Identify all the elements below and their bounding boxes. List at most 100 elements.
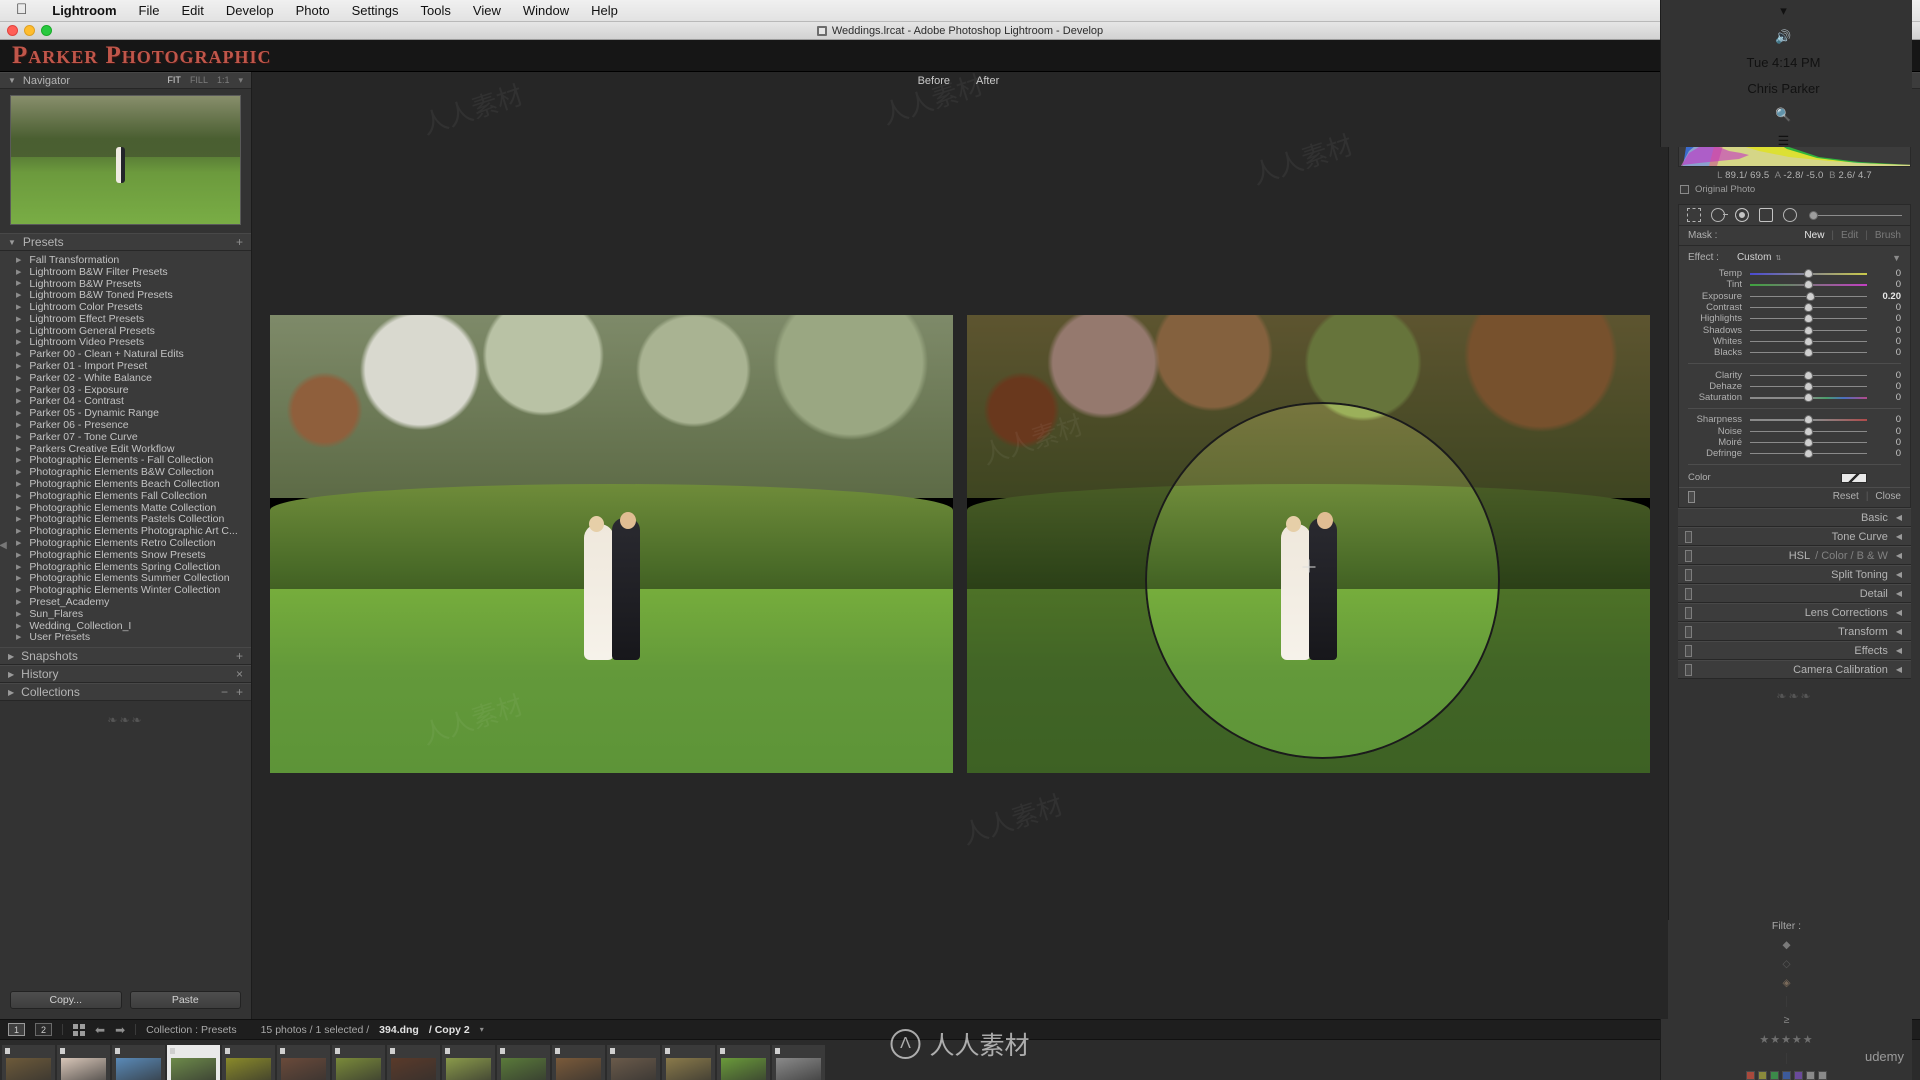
preset-twisty-icon[interactable]: ▶ (16, 315, 21, 323)
preset-twisty-icon[interactable]: ▶ (16, 504, 21, 512)
section-twisty-icon[interactable]: ◀ (1896, 665, 1902, 674)
slider-value[interactable]: 0 (1875, 325, 1901, 336)
filmstrip-thumbnail[interactable] (57, 1045, 110, 1080)
mask-edit-button[interactable]: Edit (1841, 230, 1858, 241)
slider-value[interactable]: 0 (1875, 313, 1901, 324)
slider-knob[interactable] (1804, 303, 1813, 313)
preset-twisty-icon[interactable]: ▶ (16, 598, 21, 606)
slider-track[interactable] (1750, 415, 1867, 425)
preset-twisty-icon[interactable]: ▶ (16, 468, 21, 476)
preset-group-row[interactable]: ▶ Fall Transformation (0, 254, 251, 266)
preset-twisty-icon[interactable]: ▶ (16, 256, 21, 264)
slider-value[interactable]: 0 (1875, 268, 1901, 279)
slider-knob[interactable] (1804, 280, 1813, 290)
original-photo-toggle[interactable]: Original Photo (1678, 183, 1911, 200)
preset-twisty-icon[interactable]: ▶ (16, 327, 21, 335)
develop-section-header[interactable]: Transform ◀ (1678, 622, 1911, 642)
slider-track[interactable] (1750, 314, 1867, 324)
identity-plate-logo[interactable]: Parker Photographic (12, 42, 271, 70)
slider-value[interactable]: 0 (1875, 370, 1901, 381)
screen-2-button[interactable]: 2 (35, 1023, 52, 1036)
thumbnail-flag-icon[interactable] (390, 1048, 395, 1054)
menu-item-view[interactable]: View (462, 3, 512, 18)
preset-twisty-icon[interactable]: ▶ (16, 633, 21, 641)
original-photo-checkbox[interactable] (1680, 185, 1689, 194)
menu-item-photo[interactable]: Photo (285, 3, 341, 18)
preset-twisty-icon[interactable]: ▶ (16, 445, 21, 453)
preset-twisty-icon[interactable]: ▶ (16, 610, 21, 618)
section-sublabel[interactable]: / Color / B & W (1815, 550, 1888, 562)
section-twisty-icon[interactable]: ◀ (1896, 627, 1902, 636)
mask-brush-button[interactable]: Brush (1875, 230, 1901, 241)
tool-amount-slider[interactable] (1809, 210, 1902, 220)
filmstrip-chevron-down-icon[interactable]: ▾ (480, 1025, 484, 1034)
thumbnail-flag-icon[interactable] (555, 1048, 560, 1054)
flag-pick-icon[interactable]: ◆ (1782, 939, 1790, 951)
slider-row[interactable]: Dehaze 0 (1679, 381, 1910, 392)
slider-knob[interactable] (1804, 381, 1813, 391)
preset-group-row[interactable]: ▶ User Presets (0, 632, 251, 644)
apple-logo-icon[interactable]:  (16, 1, 27, 18)
filmstrip-thumbnail[interactable] (497, 1045, 550, 1080)
navigator-mode-fill[interactable]: FILL (190, 75, 208, 86)
preset-group-row[interactable]: ▶ Photographic Elements Beach Collection (0, 478, 251, 490)
color-label-filters[interactable] (1746, 1071, 1827, 1080)
slider-track[interactable] (1750, 381, 1867, 391)
slider-row[interactable]: Moiré 0 (1679, 437, 1910, 448)
slider-knob[interactable] (1804, 370, 1813, 380)
maximize-window-button[interactable] (41, 25, 52, 36)
section-twisty-icon[interactable]: ◀ (1896, 551, 1902, 560)
slider-knob[interactable] (1804, 415, 1813, 425)
preset-group-row[interactable]: ▶ Parker 01 - Import Preset (0, 360, 251, 372)
slider-track[interactable] (1750, 325, 1867, 335)
filmstrip-thumbnail[interactable] (552, 1045, 605, 1080)
rating-operator[interactable]: ≥ (1784, 1014, 1790, 1026)
filmstrip-thumbnail[interactable] (387, 1045, 440, 1080)
collections-add-button[interactable]: + (236, 685, 243, 699)
preset-twisty-icon[interactable]: ▶ (16, 492, 21, 500)
preset-twisty-icon[interactable]: ▶ (16, 515, 21, 523)
preset-twisty-icon[interactable]: ▶ (16, 374, 21, 382)
history-twisty-icon[interactable]: ▶ (8, 670, 14, 679)
menu-item-develop[interactable]: Develop (215, 3, 285, 18)
preset-twisty-icon[interactable]: ▶ (16, 622, 21, 630)
preset-group-row[interactable]: ▶ Photographic Elements B&W Collection (0, 466, 251, 478)
preset-group-row[interactable]: ▶ Lightroom B&W Filter Presets (0, 266, 251, 278)
presets-twisty-icon[interactable]: ▼ (8, 238, 16, 247)
filmstrip-thumbnail[interactable] (277, 1045, 330, 1080)
slider-value[interactable]: 0 (1875, 347, 1901, 358)
slider-knob[interactable] (1804, 438, 1813, 447)
preset-group-row[interactable]: ▶ Lightroom B&W Toned Presets (0, 289, 251, 301)
preset-twisty-icon[interactable]: ▶ (16, 386, 21, 394)
navigator-header[interactable]: ▼ Navigator FIT FILL 1:1 ▾ (0, 72, 251, 89)
preset-group-row[interactable]: ▶ Lightroom Effect Presets (0, 313, 251, 325)
preset-group-row[interactable]: ▶ Lightroom Color Presets (0, 301, 251, 313)
menu-item-lightroom[interactable]: Lightroom (41, 3, 127, 18)
preset-group-row[interactable]: ▶ Parker 05 - Dynamic Range (0, 407, 251, 419)
navigator-mode-fit[interactable]: FIT (167, 75, 181, 86)
section-switch-icon[interactable] (1685, 644, 1692, 657)
preset-twisty-icon[interactable]: ▶ (16, 303, 21, 311)
slider-track[interactable] (1750, 438, 1867, 447)
color-label-swatch[interactable] (1746, 1071, 1755, 1080)
slider-row[interactable]: Highlights 0 (1679, 313, 1910, 324)
effect-close-button[interactable]: Close (1875, 491, 1901, 502)
forward-arrow-icon[interactable]: ➡ (115, 1023, 125, 1037)
develop-section-header[interactable]: Effects ◀ (1678, 641, 1911, 661)
preset-twisty-icon[interactable]: ▶ (16, 456, 21, 464)
mask-new-button[interactable]: New (1804, 230, 1824, 241)
snapshots-add-button[interactable]: + (236, 649, 243, 663)
snapshots-header[interactable]: ▶ Snapshots + (0, 647, 251, 666)
slider-row[interactable]: Temp 0 (1679, 268, 1910, 279)
graduated-filter-icon[interactable] (1759, 208, 1773, 222)
preset-group-row[interactable]: ▶ Parker 02 - White Balance (0, 372, 251, 384)
preset-group-row[interactable]: ▶ Photographic Elements Snow Presets (0, 549, 251, 561)
slider-row[interactable]: Clarity 0 (1679, 369, 1910, 381)
develop-section-header[interactable]: Split Toning ◀ (1678, 565, 1911, 585)
menu-item-file[interactable]: File (128, 3, 171, 18)
slider-knob[interactable] (1804, 393, 1813, 403)
copy-button[interactable]: Copy... (10, 991, 122, 1009)
develop-section-header[interactable]: Tone Curve ◀ (1678, 527, 1911, 547)
preset-twisty-icon[interactable]: ▶ (16, 268, 21, 276)
preset-group-row[interactable]: ▶ Photographic Elements Pastels Collectio… (0, 514, 251, 526)
